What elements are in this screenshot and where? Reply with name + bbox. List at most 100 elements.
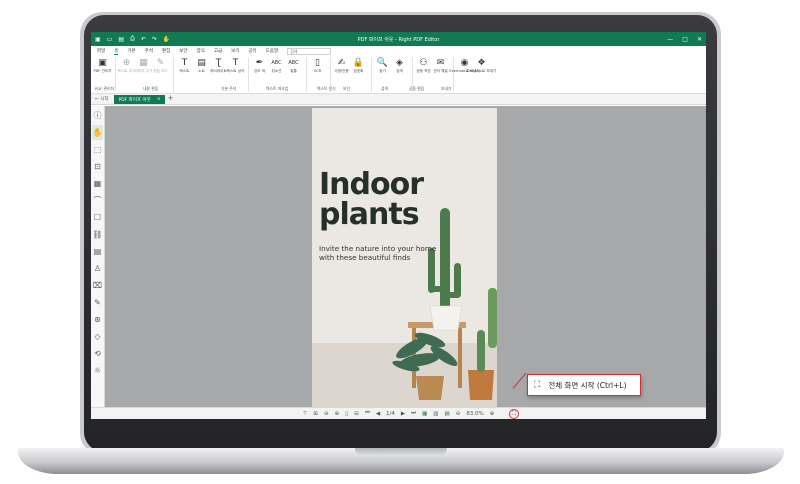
status-control-12[interactable]: ▥ (433, 411, 438, 417)
maximize-button[interactable]: □ (682, 36, 688, 43)
car-icon: ◈ (396, 58, 403, 68)
close-button[interactable]: ✕ (697, 36, 702, 43)
ribbon-button-4[interactable]: T 텍스트 (177, 58, 192, 73)
cactus-arm-link-right (448, 292, 460, 298)
ribbon-group-label: 공동 편집 (409, 86, 425, 91)
status-control-16[interactable]: ⊕ (490, 411, 495, 417)
laptop-stage: ▣ ▭ ▤ ⎙ ↶ ↷ ✋ PDF 파이프 아웃 - Right PDF Edi… (0, 0, 800, 484)
attachment-icon[interactable]: ⌒ (92, 193, 103, 208)
minimize-button[interactable]: — (667, 36, 673, 43)
status-control-8[interactable]: 1/4 (386, 411, 395, 417)
bookmark-icon[interactable]: ⊡ (92, 159, 103, 174)
ribbon-button-2[interactable]: ▦ 이미지 추가 (135, 58, 153, 73)
accessibility-icon[interactable]: ☼ (92, 363, 103, 378)
ribbon-button-0[interactable]: ▣ PDF 관리자 (93, 58, 112, 73)
tag-icon[interactable]: ◇ (92, 329, 103, 344)
ribbon-button-11[interactable]: ▯ OCR (310, 58, 325, 73)
status-control-13[interactable]: ▤ (445, 411, 450, 417)
ribbon-button-label: 하이라이트 (210, 69, 227, 73)
ribbon-button-label: 암호화 (353, 69, 364, 73)
status-control-14[interactable]: ⊖ (456, 411, 461, 417)
menu-item-1[interactable]: 홈 (114, 48, 119, 55)
document-canvas[interactable]: Indoor plants Invite the nature into you… (105, 106, 706, 407)
note-icon: ▤ (197, 58, 206, 68)
ribbon-button-5[interactable]: ▤ 노트 (194, 58, 209, 73)
menu-item-8[interactable]: 보기 (231, 48, 239, 54)
ribbon-button-label: 공동 작업 (416, 69, 431, 73)
info-icon[interactable]: ⓘ (92, 108, 103, 123)
status-control-10[interactable]: ⏭ (411, 410, 416, 417)
status-control-5[interactable]: ⊟ (354, 411, 359, 417)
thumbnails-icon[interactable]: ▦ (92, 176, 103, 191)
menu-item-7[interactable]: 고급 (214, 48, 222, 54)
left-sidebar: ⓘ ✋ ⬚ ⊡ ▦ ⌒ ☐ ⛓ ▤ ♙ ⌧ ✎ ⊛ ◇ ⟲ ☼ (91, 106, 105, 407)
ribbon-button-12[interactable]: ✍ 서명/인증 (334, 58, 349, 73)
window-title: PDF 파이프 아웃 - Right PDF Editor (357, 36, 440, 43)
white-pot (429, 305, 463, 331)
status-control-15[interactable]: 83.0% (466, 411, 483, 417)
ribbon-button-14[interactable]: 🔍 찾기 (375, 58, 390, 73)
menu-item-9[interactable]: 공유 (248, 48, 256, 54)
tab-close-icon[interactable]: × (157, 97, 161, 102)
add-image-icon: ▦ (139, 58, 148, 68)
menu-item-5[interactable]: 보안 (179, 48, 187, 54)
status-control-1[interactable]: ⊞ (313, 411, 318, 417)
laptop-notch (355, 448, 447, 455)
menu-item-6[interactable]: 양식 (197, 48, 205, 54)
fullscreen-icon[interactable]: ⛶ (509, 409, 519, 419)
search-input[interactable]: 검색 (287, 47, 332, 55)
ribbon-button-19[interactable]: ❖ Dropbox로 보내기 (467, 58, 497, 73)
ribbon-button-9[interactable]: ABC 취소선 (269, 58, 284, 73)
cactus-edge (488, 288, 497, 348)
status-control-6[interactable]: ⏮ (365, 410, 370, 417)
link-icon[interactable]: ⛓ (92, 227, 103, 242)
status-bar: ⊤ ⊞ ⊖ ⊕ ▯ ⊟ ⏮ ◀ 1/4 ▶ ⏭ ▦ ▥ ▤ ⊖ 83.0% ⊕ ⛶ (91, 407, 706, 419)
signature-icon[interactable]: ⌧ (92, 278, 103, 293)
document-tab[interactable]: PDF 파이프 아웃 × (114, 95, 165, 104)
status-control-2[interactable]: ⊖ (324, 411, 329, 417)
ribbon-button-17[interactable]: ✉ 전자 메일 (433, 58, 448, 73)
ribbon-button-8[interactable]: ✒ 강조 색 (252, 58, 267, 73)
layers-icon[interactable]: ▤ (92, 244, 103, 259)
heading-line-1: Indoor (319, 167, 424, 202)
small-cactus (477, 330, 485, 372)
ribbon-button-10[interactable]: ABC 밑줄 (286, 58, 301, 73)
ribbon-group-label: 검색 (381, 86, 388, 91)
history-icon[interactable]: ⟲ (92, 346, 103, 361)
ribbon-button-label: PDF 관리자 (93, 69, 112, 73)
menu-item-0[interactable]: 파일 (97, 48, 105, 54)
menu-item-10[interactable]: 도움말 (266, 48, 278, 54)
status-control-4[interactable]: ▯ (345, 411, 348, 417)
heading-line-2: plants (319, 197, 420, 232)
tooltip-text: 전체 화면 시작 (Ctrl+L) (548, 380, 627, 390)
stamp-icon[interactable]: ♙ (92, 261, 103, 276)
comment-icon[interactable]: ☐ (92, 210, 103, 225)
menu-item-3[interactable]: 주석 (145, 48, 153, 54)
ribbon-button-16[interactable]: ⚇ 공동 작업 (416, 58, 431, 73)
tagline-line-2: with these beautiful finds (319, 253, 411, 262)
ribbon-button-label: Dropbox로 보내기 (466, 69, 497, 73)
status-control-7[interactable]: ◀ (376, 411, 380, 417)
evernote-icon: ◉ (460, 58, 469, 68)
pdf-page[interactable]: Indoor plants Invite the nature into you… (312, 108, 497, 407)
status-control-11[interactable]: ▦ (422, 411, 427, 417)
pen-icon[interactable]: ✎ (92, 295, 103, 310)
home-tab[interactable]: ← 시작 (91, 96, 114, 104)
status-control-9[interactable]: ▶ (401, 411, 405, 417)
ribbon-button-15[interactable]: ◈ 검색 (392, 58, 407, 73)
menu-item-4[interactable]: 편집 (162, 48, 170, 54)
ribbon-button-7[interactable]: T 텍스트 상자 (227, 58, 245, 73)
status-control-0[interactable]: ⊤ (303, 411, 308, 417)
ribbon-button-13[interactable]: 🔒 암호화 (351, 58, 366, 73)
hand-icon[interactable]: ✋ (92, 125, 103, 140)
ribbon-button-1[interactable]: ⊕ 텍스트 추가 (118, 58, 136, 73)
globe-icon[interactable]: ⊛ (92, 312, 103, 327)
ribbon-button-label: OCR (313, 69, 322, 73)
ribbon-button-3[interactable]: ✎ 편집 모드 (153, 58, 168, 73)
ribbon-button-6[interactable]: Ʈ 하이라이트 (210, 58, 227, 73)
status-control-3[interactable]: ⊕ (335, 411, 340, 417)
new-tab-button[interactable]: + (165, 94, 174, 104)
ribbon-group-label: 텍스트 마크업 (266, 86, 289, 91)
menu-item-2[interactable]: 기본 (127, 48, 135, 54)
select-icon[interactable]: ⬚ (92, 142, 103, 157)
